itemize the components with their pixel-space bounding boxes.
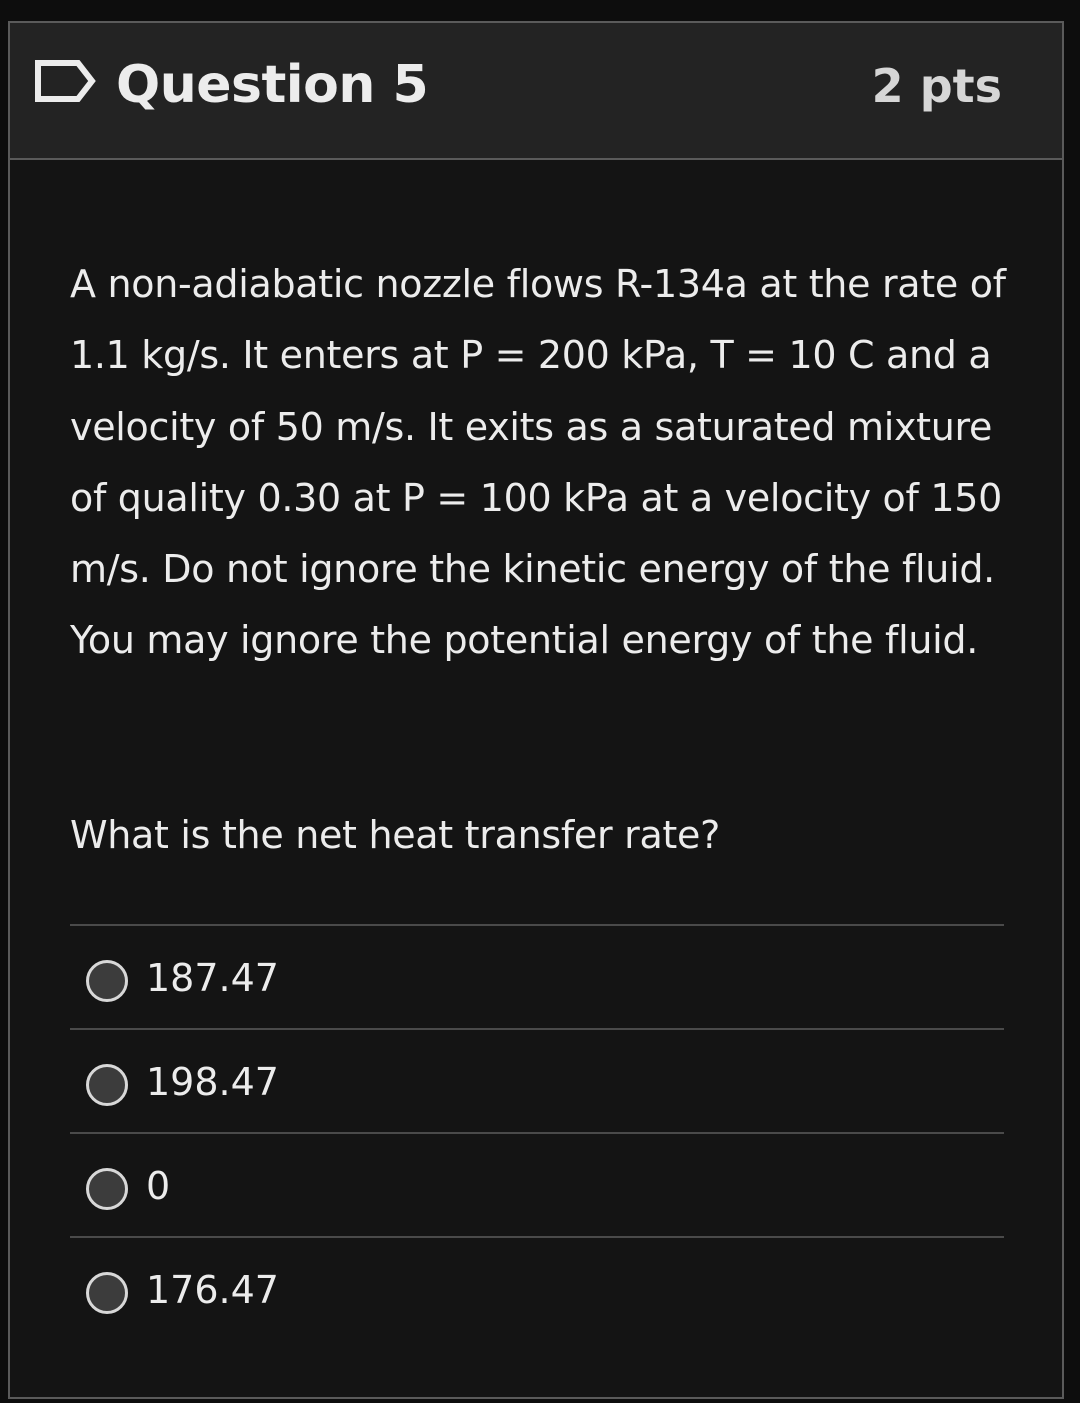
answer-label: 0 — [146, 1164, 171, 1208]
answer-option[interactable]: 198.47 — [70, 1030, 1004, 1134]
radio-icon[interactable] — [86, 1272, 128, 1314]
question-title: Question 5 — [116, 55, 429, 115]
question-card: Question 5 2 pts A non-adiabatic nozzle … — [8, 21, 1064, 1399]
flag-icon[interactable] — [34, 59, 96, 103]
question-points: 2 pts — [871, 59, 1002, 113]
answer-list: 187.47 198.47 0 176.47 — [70, 924, 1004, 1340]
radio-icon[interactable] — [86, 960, 128, 1002]
radio-icon[interactable] — [86, 1168, 128, 1210]
answer-option[interactable]: 0 — [70, 1134, 1004, 1238]
answer-label: 187.47 — [146, 956, 279, 1000]
answer-option[interactable]: 187.47 — [70, 926, 1004, 1030]
answer-label: 198.47 — [146, 1060, 279, 1104]
question-header: Question 5 2 pts — [10, 23, 1062, 160]
answer-option[interactable]: 176.47 — [70, 1238, 1004, 1340]
question-prompt: What is the net heat transfer rate? — [70, 813, 720, 857]
answer-label: 176.47 — [146, 1268, 279, 1312]
question-body: A non-adiabatic nozzle flows R-134a at t… — [70, 249, 1010, 857]
question-text: A non-adiabatic nozzle flows R-134a at t… — [70, 262, 1006, 663]
radio-icon[interactable] — [86, 1064, 128, 1106]
